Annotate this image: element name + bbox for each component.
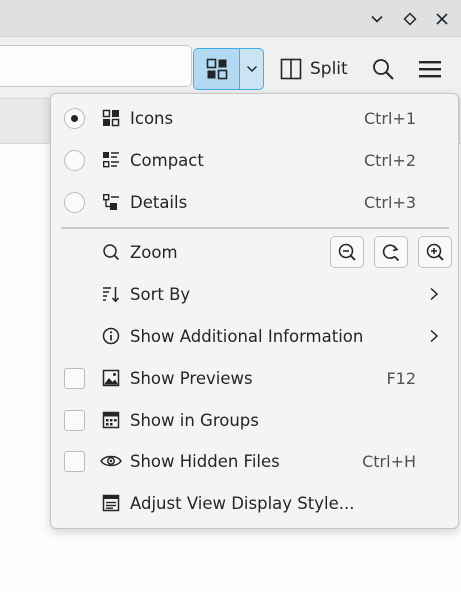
split-button[interactable]: Split [278, 48, 354, 90]
zoom-out-button[interactable] [330, 236, 364, 268]
zoom-reset-icon [382, 244, 400, 262]
menu-item-show-previews[interactable]: Show Previews F12 [57, 358, 454, 398]
toolbar: Split [0, 37, 461, 99]
menu-item-label: Icons [130, 108, 174, 128]
menu-item-shortcut: Ctrl+3 [363, 192, 416, 212]
menu-item-show-hidden-files[interactable]: Show Hidden Files Ctrl+H [57, 441, 454, 481]
menu-item-label: Adjust View Display Style... [130, 493, 355, 513]
menu-item-show-in-groups[interactable]: Show in Groups [57, 400, 454, 440]
zoom-reset-button[interactable] [374, 236, 408, 268]
main-menu-button[interactable] [411, 48, 449, 90]
menu-item-shortcut: Ctrl+H [362, 451, 416, 471]
chevron-right-icon [430, 329, 439, 343]
menu-item-label: Zoom [130, 242, 178, 262]
split-view-icon [280, 58, 302, 80]
menu-item-sort-by[interactable]: Sort By [57, 274, 454, 314]
view-mode-button[interactable] [193, 48, 264, 90]
groups-icon [102, 411, 120, 429]
menu-item-details[interactable]: Details Ctrl+3 [57, 182, 454, 222]
info-icon [102, 327, 120, 345]
image-icon [102, 369, 120, 387]
split-button-label: Split [310, 59, 348, 79]
menu-item-adjust-view-display-style[interactable]: Adjust View Display Style... [57, 483, 454, 523]
menu-item-compact[interactable]: Compact Ctrl+2 [57, 140, 454, 180]
checkbox-show-previews[interactable] [64, 367, 85, 389]
details-view-icon [102, 193, 120, 211]
search-button[interactable] [364, 48, 402, 90]
menu-item-shortcut: Ctrl+2 [363, 150, 416, 170]
menu-item-label: Show in Groups [130, 410, 259, 430]
close-icon [436, 13, 448, 25]
menu-item-label: Show Hidden Files [130, 451, 280, 471]
icons-view-icon [102, 109, 120, 127]
menu-item-shortcut: F12 [386, 368, 416, 388]
menu-item-shortcut: Ctrl+1 [363, 108, 416, 128]
minimize-button[interactable] [366, 8, 388, 30]
chevron-down-icon [246, 65, 257, 73]
sort-icon [102, 285, 120, 303]
menu-item-label: Show Previews [130, 368, 253, 388]
icons-view-icon [206, 58, 227, 80]
chevron-right-icon [430, 287, 439, 301]
menu-item-label: Compact [130, 150, 204, 170]
view-mode-dropdown-button[interactable] [240, 49, 263, 89]
menu-item-additional-info[interactable]: Show Additional Information [57, 316, 454, 356]
maximize-button[interactable] [399, 8, 421, 30]
hamburger-menu-icon [419, 61, 441, 78]
view-mode-main-button[interactable] [194, 49, 240, 89]
diamond-icon [403, 12, 417, 26]
zoom-in-icon [426, 243, 444, 261]
eye-icon [100, 452, 122, 470]
zoom-icon [102, 243, 120, 261]
view-options-menu: Icons Ctrl+1 Compact Ctrl+2 Details Ctrl… [50, 93, 459, 529]
location-bar[interactable] [0, 45, 192, 87]
search-icon [373, 59, 394, 80]
checkbox-show-in-groups[interactable] [64, 409, 85, 431]
radio-compact[interactable] [64, 149, 85, 171]
menu-item-icons[interactable]: Icons Ctrl+1 [57, 98, 454, 138]
menu-separator [61, 227, 449, 229]
close-button[interactable] [431, 8, 453, 30]
display-style-icon [102, 494, 120, 512]
checkbox-show-hidden-files[interactable] [64, 450, 85, 472]
zoom-out-icon [338, 243, 356, 261]
menu-item-label: Show Additional Information [130, 326, 364, 346]
menu-item-label: Details [130, 192, 188, 212]
zoom-in-button[interactable] [418, 236, 452, 268]
chevron-down-icon [371, 15, 383, 23]
menu-item-label: Sort By [130, 284, 191, 304]
title-bar [0, 0, 461, 37]
radio-details[interactable] [64, 191, 85, 213]
compact-view-icon [102, 151, 120, 169]
radio-icons[interactable] [64, 107, 85, 129]
